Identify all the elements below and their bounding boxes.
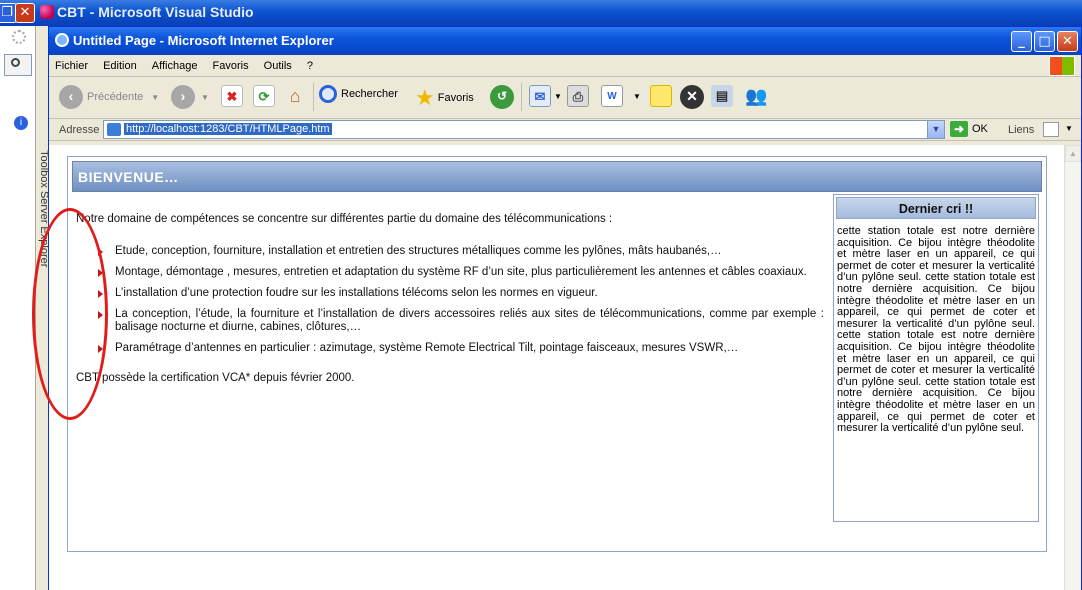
edit-button[interactable]: W ▼ <box>601 85 641 107</box>
close-button[interactable]: ✕ <box>1057 31 1078 52</box>
list-item: Etude, conception, fourniture, installat… <box>98 245 824 258</box>
news-sidebox: Dernier cri !! cette station totale est … <box>833 194 1039 522</box>
info-icon[interactable]: i <box>14 116 28 130</box>
go-arrow-icon: ➜ <box>950 121 968 137</box>
forward-button[interactable]: › ▼ <box>171 85 209 109</box>
vs-title-text: CBT - Microsoft Visual Studio <box>57 4 254 20</box>
certification-text: CBT possède la certification VCA* depuis… <box>76 372 355 384</box>
search-icon[interactable] <box>4 54 32 76</box>
magnifier-icon <box>319 85 337 103</box>
menu-edition[interactable]: Edition <box>97 55 143 72</box>
vs-title-bar: ❐ ✕ CBT - Microsoft Visual Studio <box>0 0 1082 26</box>
maximize-button[interactable]: □ <box>1034 31 1055 52</box>
mail-dropdown-icon[interactable]: ▼ <box>554 92 562 101</box>
page-header: BIENVENUE… <box>72 161 1042 192</box>
messenger-button[interactable]: 👥 <box>745 85 767 107</box>
messenger-icon: 👥 <box>745 86 768 106</box>
mail-button[interactable]: ✉ ▼ <box>529 85 562 107</box>
go-label: OK <box>972 123 988 135</box>
research-button[interactable]: ▤ <box>711 85 733 107</box>
intro-text: Notre domaine de compétences se concentr… <box>76 213 613 225</box>
address-bar: Adresse http://localhost:1283/CBT/HTMLPa… <box>49 119 1081 141</box>
address-input[interactable]: http://localhost:1283/CBT/HTMLPage.htm ▼ <box>103 120 945 139</box>
stop-button[interactable]: ✖ <box>221 85 243 107</box>
main-content: Notre domaine de compétences se concentr… <box>76 213 824 385</box>
links-page-icon[interactable] <box>1043 122 1059 137</box>
scroll-up-icon[interactable]: ▲ <box>1065 145 1081 162</box>
home-button[interactable]: ⌂ <box>284 85 306 107</box>
discuss-button[interactable] <box>650 85 672 107</box>
stop-icon: ✖ <box>221 85 243 107</box>
mail-icon: ✉ <box>529 85 551 107</box>
favorites-button[interactable]: ★ Favoris <box>415 85 474 111</box>
sidebox-body: cette station totale est notre dernière … <box>837 225 1035 435</box>
gear-icon[interactable] <box>12 30 26 44</box>
windows-logo-icon <box>1049 56 1075 76</box>
word-icon: W <box>601 85 623 107</box>
search-button[interactable]: Rechercher <box>319 85 398 103</box>
ie-window-title: Untitled Page - Microsoft Internet Explo… <box>73 33 334 48</box>
back-button[interactable]: ‹ Précédente ▼ <box>59 85 159 109</box>
address-label: Adresse <box>59 124 100 136</box>
ie-logo-icon <box>55 33 69 47</box>
edit-dropdown-icon[interactable]: ▼ <box>633 92 641 101</box>
address-dropdown-icon[interactable]: ▼ <box>927 121 944 138</box>
menu-help[interactable]: ? <box>301 55 319 72</box>
home-icon: ⌂ <box>289 86 301 106</box>
list-item: La conception, l’étude, la fourniture et… <box>98 308 824 334</box>
vs-logo-icon <box>40 5 54 19</box>
forward-arrow-icon: › <box>171 85 195 109</box>
vs-close-button[interactable]: ✕ <box>15 3 35 23</box>
menu-fichier[interactable]: Fichier <box>49 55 94 72</box>
page-container: BIENVENUE… Notre domaine de compétences … <box>67 156 1047 552</box>
menu-outils[interactable]: Outils <box>258 55 298 72</box>
history-icon: ↺ <box>490 85 514 109</box>
vertical-scrollbar[interactable]: ▲ <box>1064 145 1081 590</box>
menu-bar: Fichier Edition Affichage Favoris Outils… <box>49 55 1081 77</box>
vs-left-panel: i <box>0 26 36 590</box>
list-item: Paramétrage d’antennes en particulier : … <box>98 342 824 355</box>
star-icon: ★ <box>415 85 435 110</box>
print-button[interactable]: ⎙ <box>567 85 589 107</box>
list-item: Montage, démontage , mesures, entretien … <box>98 266 824 279</box>
links-label[interactable]: Liens <box>1008 124 1034 136</box>
annotation-circle <box>32 208 108 420</box>
menu-favoris[interactable]: Favoris <box>207 55 255 72</box>
go-button[interactable]: ➜ OK <box>950 121 988 137</box>
ie-title-bar: Untitled Page - Microsoft Internet Explo… <box>49 27 1081 55</box>
links-dropdown-icon[interactable]: ▼ <box>1065 124 1073 133</box>
refresh-icon: ⟳ <box>253 85 275 107</box>
refresh-button[interactable]: ⟳ <box>253 85 275 107</box>
search-label: Rechercher <box>341 88 398 100</box>
browser-content: BIENVENUE… Notre domaine de compétences … <box>49 145 1081 590</box>
blocked-icon: ✕ <box>680 85 704 109</box>
forward-dropdown-icon[interactable]: ▼ <box>201 93 209 102</box>
toolbar: ‹ Précédente ▼ › ▼ ✖ ⟳ ⌂ Rechercher ★ Fa… <box>49 77 1081 119</box>
note-icon <box>650 85 672 107</box>
printer-icon: ⎙ <box>567 85 589 107</box>
list-item: L’installation d’une protection foudre s… <box>98 287 824 300</box>
back-arrow-icon: ‹ <box>59 85 83 109</box>
minimize-button[interactable]: _ <box>1011 31 1032 52</box>
research-icon: ▤ <box>711 85 733 107</box>
back-dropdown-icon[interactable]: ▼ <box>151 93 159 102</box>
sidebox-title: Dernier cri !! <box>836 197 1036 219</box>
page-icon <box>107 123 121 136</box>
ie-window: Untitled Page - Microsoft Internet Explo… <box>48 26 1082 590</box>
address-url[interactable]: http://localhost:1283/CBT/HTMLPage.htm <box>124 123 332 135</box>
favorites-label: Favoris <box>437 92 474 104</box>
menu-affichage[interactable]: Affichage <box>146 55 204 72</box>
back-label: Précédente <box>87 91 144 103</box>
history-button[interactable]: ↺ <box>490 85 514 109</box>
vs-window-title: CBT - Microsoft Visual Studio <box>40 4 254 20</box>
block-button[interactable]: ✕ <box>680 85 704 109</box>
services-list: Etude, conception, fourniture, installat… <box>98 245 824 355</box>
